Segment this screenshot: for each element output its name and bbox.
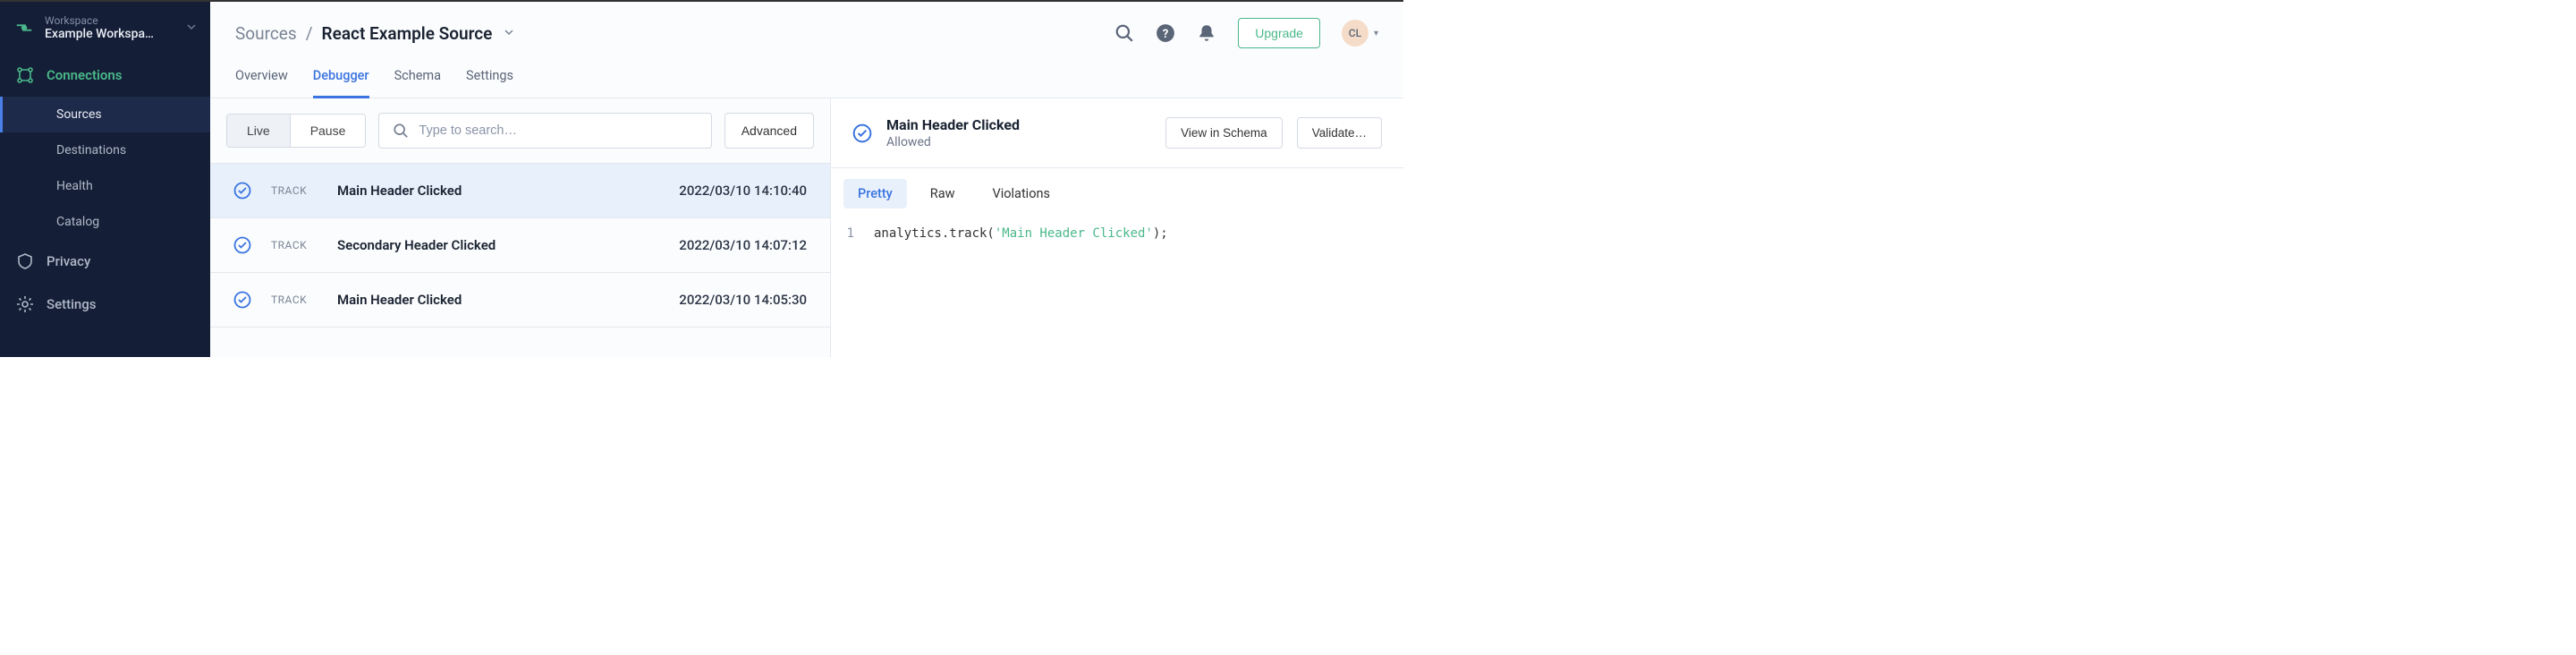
code-area: 1 analytics.track('Main Header Clicked')… [831,219,1403,248]
topbar: Sources / React Example Source ? Upgrade [210,2,1403,48]
shield-icon [16,252,34,270]
workspace-name: Example Workspa… [45,27,176,41]
detail-panel: Main Header Clicked Allowed View in Sche… [831,98,1403,357]
search-icon[interactable] [1114,23,1134,43]
svg-text:?: ? [1163,28,1169,41]
nav-privacy-label: Privacy [47,253,90,269]
live-button[interactable]: Live [227,115,290,147]
event-row[interactable]: TRACK Secondary Header Clicked 2022/03/10 … [210,218,830,273]
nav-connections-label: Connections [47,67,122,83]
connections-icon [16,66,34,84]
check-circle-icon [233,236,251,254]
advanced-button[interactable]: Advanced [724,113,814,149]
workspace-text: Workspace Example Workspa… [45,14,176,41]
event-row[interactable]: TRACK Main Header Clicked 2022/03/10 14:05… [210,273,830,328]
bell-icon[interactable] [1197,23,1216,43]
nav-settings-label: Settings [47,296,97,312]
search-wrap [378,113,711,149]
pause-button[interactable]: Pause [290,115,366,147]
nav-connections-submenu: Sources Destinations Health Catalog [0,97,210,240]
detail-tabs: Pretty Raw Violations [831,168,1403,219]
detail-title: Main Header Clicked [886,116,1151,133]
event-type: TRACK [271,293,318,306]
upgrade-button[interactable]: Upgrade [1238,18,1320,48]
line-number: 1 [843,226,854,241]
events-toolbar: Live Pause Advanced [210,98,830,163]
check-circle-icon [852,123,872,143]
workspace-switcher[interactable]: Workspace Example Workspa… [0,2,210,54]
event-name: Secondary Header Clicked [337,237,659,253]
check-circle-icon [233,291,251,309]
nav-privacy[interactable]: Privacy [0,240,210,283]
search-input[interactable] [378,113,711,149]
detail-tab-violations[interactable]: Violations [979,179,1064,208]
breadcrumb-current[interactable]: React Example Source [322,23,493,44]
tab-schema[interactable]: Schema [394,68,441,98]
breadcrumb-sources[interactable]: Sources [235,23,297,44]
nav-destinations[interactable]: Destinations [0,132,210,168]
code-line: 1 analytics.track('Main Header Clicked')… [843,226,1391,241]
code-text: analytics.track('Main Header Clicked'); [874,226,1168,241]
detail-tab-raw[interactable]: Raw [916,179,970,208]
source-tabs: Overview Debugger Schema Settings [210,48,1403,98]
breadcrumb: Sources / React Example Source [235,23,513,44]
nav-health[interactable]: Health [0,168,210,204]
event-row[interactable]: TRACK Main Header Clicked 2022/03/10 14:10… [210,164,830,218]
breadcrumb-separator: / [306,23,313,44]
event-time: 2022/03/10 14:10:40 [679,183,807,199]
sidebar: Workspace Example Workspa… Connections S… [0,2,210,357]
event-name: Main Header Clicked [337,292,659,308]
nav-connections[interactable]: Connections [0,54,210,97]
nav-catalog[interactable]: Catalog [0,204,210,240]
nav-settings[interactable]: Settings [0,283,210,326]
event-type: TRACK [271,184,318,197]
event-time: 2022/03/10 14:05:30 [679,292,807,308]
nav-sources[interactable]: Sources [0,97,210,132]
gear-icon [16,295,34,313]
detail-tab-pretty[interactable]: Pretty [843,179,907,208]
user-menu[interactable]: CL ▾ [1342,20,1378,47]
events-panel: Live Pause Advanced TRACK Main Header Cli… [210,98,831,357]
view-in-schema-button[interactable]: View in Schema [1165,117,1283,149]
chevron-down-icon: ▾ [1374,29,1378,38]
event-time: 2022/03/10 14:07:12 [679,237,807,253]
event-name: Main Header Clicked [337,183,659,199]
live-pause-toggle: Live Pause [226,114,366,148]
event-list: TRACK Main Header Clicked 2022/03/10 14:10… [210,163,830,328]
validate-button[interactable]: Validate… [1297,117,1382,149]
detail-header: Main Header Clicked Allowed View in Sche… [831,98,1403,168]
tab-overview[interactable]: Overview [235,68,288,98]
check-circle-icon [233,182,251,200]
event-type: TRACK [271,239,318,251]
segment-logo-icon [14,18,34,38]
workspace-label: Workspace [45,14,176,27]
avatar: CL [1342,20,1368,47]
tab-settings[interactable]: Settings [466,68,513,98]
chevron-down-icon [187,21,196,35]
chevron-down-icon[interactable] [504,27,513,39]
search-icon [393,123,409,139]
help-icon[interactable]: ? [1156,23,1175,43]
tab-debugger[interactable]: Debugger [313,68,369,98]
detail-status: Allowed [886,135,1151,149]
